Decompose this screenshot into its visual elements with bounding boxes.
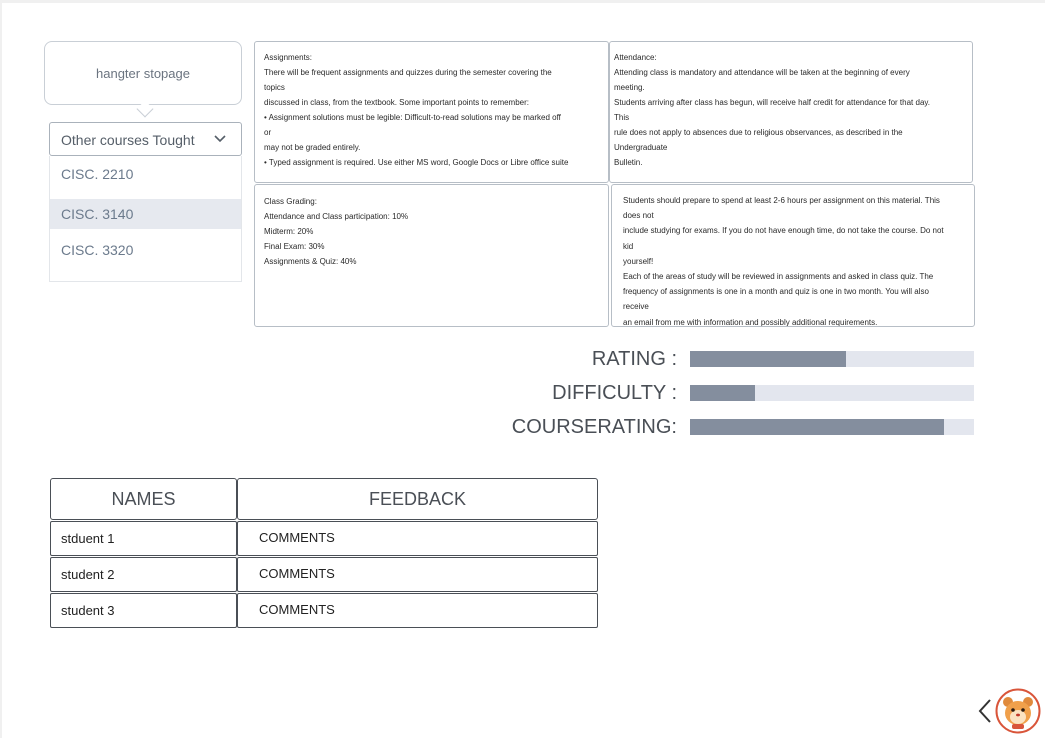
chevron-down-icon (214, 135, 226, 143)
courses-dropdown-list: CISC. 2210 CISC. 3140 CISC. 3320 (49, 156, 242, 282)
course-rating-bar (690, 419, 974, 435)
box-line: yourself! (623, 256, 654, 266)
rating-bar (690, 351, 974, 367)
box-line: There will be frequent assignments and q… (264, 68, 552, 77)
attendance-info-box: Attendance: Attending class is mandatory… (609, 41, 973, 183)
student-name-cell: student 3 (50, 593, 237, 628)
box-line: Attendance and Class participation: 10% (264, 212, 409, 221)
student-name-cell: stduent 1 (50, 521, 237, 556)
box-line: Students should prepare to spend at leas… (623, 196, 940, 205)
box-line: Students arriving after class has begun,… (614, 98, 931, 107)
box-line: frequency of assignments is one in a mon… (623, 287, 929, 297)
course-option[interactable]: CISC. 2210 (50, 159, 241, 189)
box-line: Midterm: 20% (264, 227, 314, 236)
box-line: rule does not apply to absences due to r… (614, 128, 903, 137)
difficulty-bar-fill (690, 385, 756, 401)
course-option[interactable]: CISC. 3320 (50, 235, 241, 265)
tooltip-text: hangter stopage (96, 66, 190, 81)
names-column-header: NAMES (50, 478, 237, 520)
feedback-column-header: FEEDBACK (237, 478, 598, 520)
study-expectations-box: Students should prepare to spend at leas… (611, 184, 975, 327)
rating-bar-fill (690, 351, 847, 367)
rating-label: RATING : (591, 348, 677, 370)
box-line: Attendance: (614, 53, 657, 62)
dropdown-selected-label: Other courses Tought (61, 132, 195, 148)
feedback-comment-cell[interactable]: COMMENTS (237, 593, 598, 628)
box-line: topics (264, 83, 285, 92)
chevron-left-icon[interactable] (976, 697, 994, 725)
box-line: Class Grading: (264, 197, 317, 206)
box-line: This (614, 113, 630, 122)
box-line: Assignments & Quiz: 40% (264, 257, 357, 266)
box-line: Undergraduate (614, 143, 668, 152)
box-line: Assignments: (264, 53, 313, 62)
box-line: or (264, 128, 272, 137)
assignments-info-box: Assignments: There will be frequent assi… (254, 41, 609, 183)
feedback-comment-cell[interactable]: COMMENTS (237, 557, 598, 592)
box-line: Bulletin. (614, 158, 643, 167)
difficulty-label: DIFFICULTY : (552, 382, 677, 404)
student-name-cell: student 2 (50, 557, 237, 592)
box-line: discussed in class, from the textbook. S… (264, 98, 530, 107)
hamster-avatar-icon[interactable] (995, 688, 1041, 734)
box-line: • Assignment solutions must be legible: … (264, 113, 561, 122)
box-line: does not (623, 211, 654, 221)
box-line: kid (623, 241, 634, 251)
difficulty-bar (690, 385, 974, 401)
box-line: receive (623, 302, 649, 312)
box-line: an email from me with information and po… (623, 317, 878, 327)
hangter-stopage-tooltip: hangter stopage (44, 41, 242, 105)
grading-info-box: Class Grading: Attendance and Class part… (254, 184, 609, 327)
box-line: Each of the areas of study will be revie… (623, 272, 934, 282)
course-option-highlighted[interactable]: CISC. 3140 (50, 199, 241, 229)
box-line: Final Exam: 30% (264, 242, 325, 251)
feedback-comment-cell[interactable]: COMMENTS (237, 521, 598, 556)
course-rating-label: COURSERATING: (511, 416, 677, 438)
box-line: may not be graded entirely. (264, 143, 361, 152)
box-line: meeting. (614, 83, 645, 92)
box-line: • Typed assignment is required. Use eith… (264, 158, 569, 167)
box-line: Attending class is mandatory and attenda… (614, 68, 910, 77)
box-line: include studying for exams. If you do no… (623, 226, 944, 236)
page-left-edge (0, 0, 2, 738)
page-top-edge (0, 0, 1045, 3)
other-courses-dropdown[interactable]: Other courses Tought (49, 122, 242, 156)
course-rating-bar-fill (690, 419, 945, 435)
